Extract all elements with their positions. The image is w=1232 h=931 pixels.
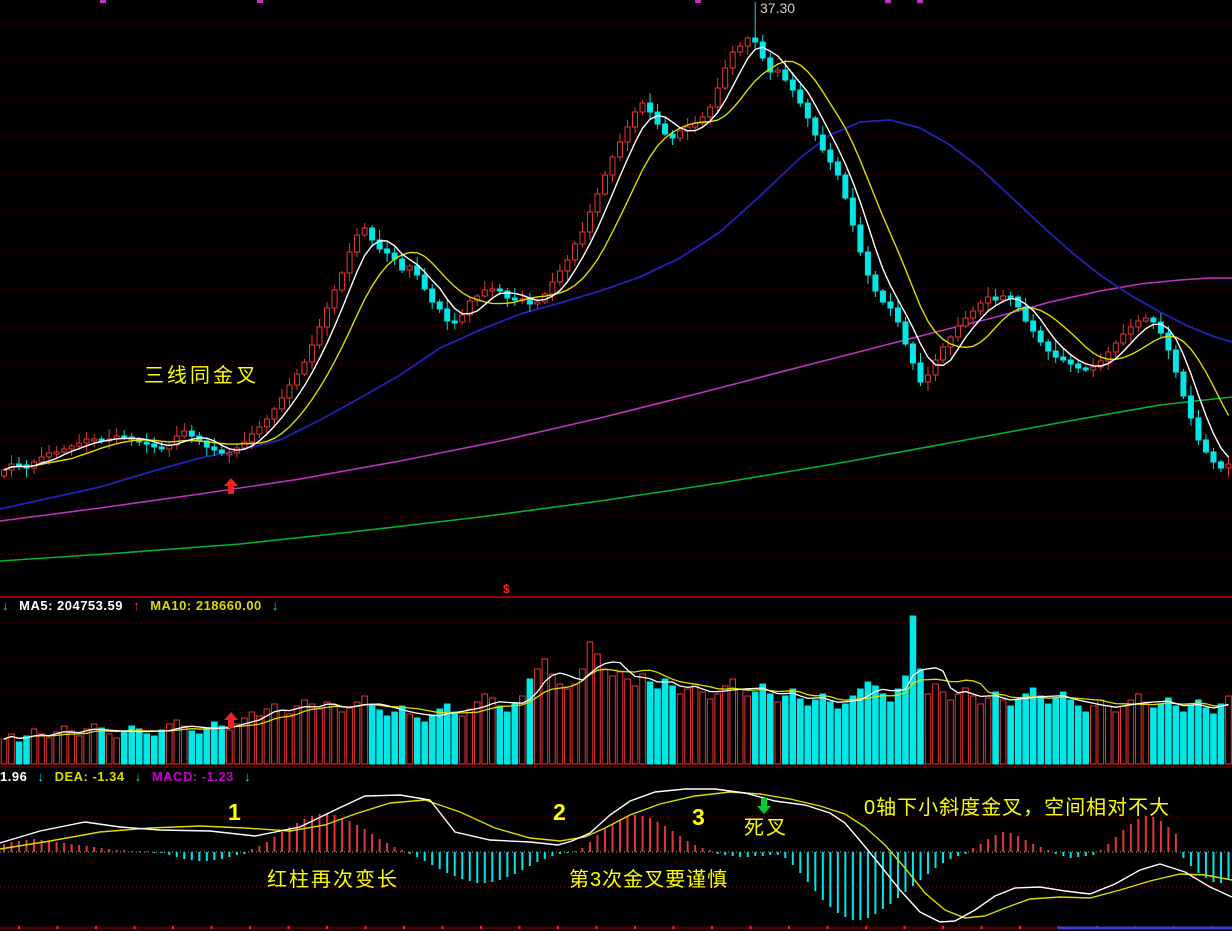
dollar-marker: $: [503, 582, 510, 596]
volume-ma5-up-arrow-icon: ↑: [133, 598, 140, 613]
annotation-cross-2: 2: [553, 801, 566, 824]
volume-indicator-header: ↓ MA5: 204753.59 ↑ MA10: 218660.00 ↓: [2, 598, 285, 613]
annotation-red-bars-note: 红柱再次变长: [267, 870, 399, 890]
macd-dea-value: DEA: -1.34: [55, 769, 125, 784]
volume-ma5-value: MA5: 204753.59: [19, 598, 123, 613]
macd-macd-down-arrow-icon: ↓: [244, 769, 251, 784]
annotation-three-line-golden-cross: 三线同金叉: [144, 366, 259, 386]
macd-dif-value: 1.96: [0, 769, 27, 784]
volume-ma10-value: MA10: 218660.00: [150, 598, 262, 613]
annotation-zero-axis-note: 0轴下小斜度金叉，空间相对不大: [864, 798, 1170, 818]
annotation-death-cross: 死叉: [744, 818, 788, 838]
macd-macd-value: MACD: -1.23: [152, 769, 234, 784]
macd-dea-down-arrow-icon: ↓: [135, 769, 142, 784]
annotation-third-cross-note: 第3次金叉要谨慎: [569, 870, 728, 890]
volume-ma10-down-arrow-icon: ↓: [272, 598, 279, 613]
stock-chart-window: 37.30 三线同金叉 $ ↓ MA5: 204753.59 ↑ MA10: 2…: [0, 0, 1232, 931]
macd-indicator-header: 1.96 ↓ DEA: -1.34 ↓ MACD: -1.23 ↓: [0, 769, 257, 784]
annotation-cross-1: 1: [228, 801, 241, 824]
volume-prefix-arrow-icon: ↓: [2, 598, 9, 613]
volume-pane[interactable]: [0, 615, 1232, 767]
price-high-label: 37.30: [760, 0, 795, 16]
main-chart-pane[interactable]: [0, 0, 1232, 597]
macd-dif-down-arrow-icon: ↓: [37, 769, 44, 784]
annotation-cross-3: 3: [692, 806, 705, 829]
